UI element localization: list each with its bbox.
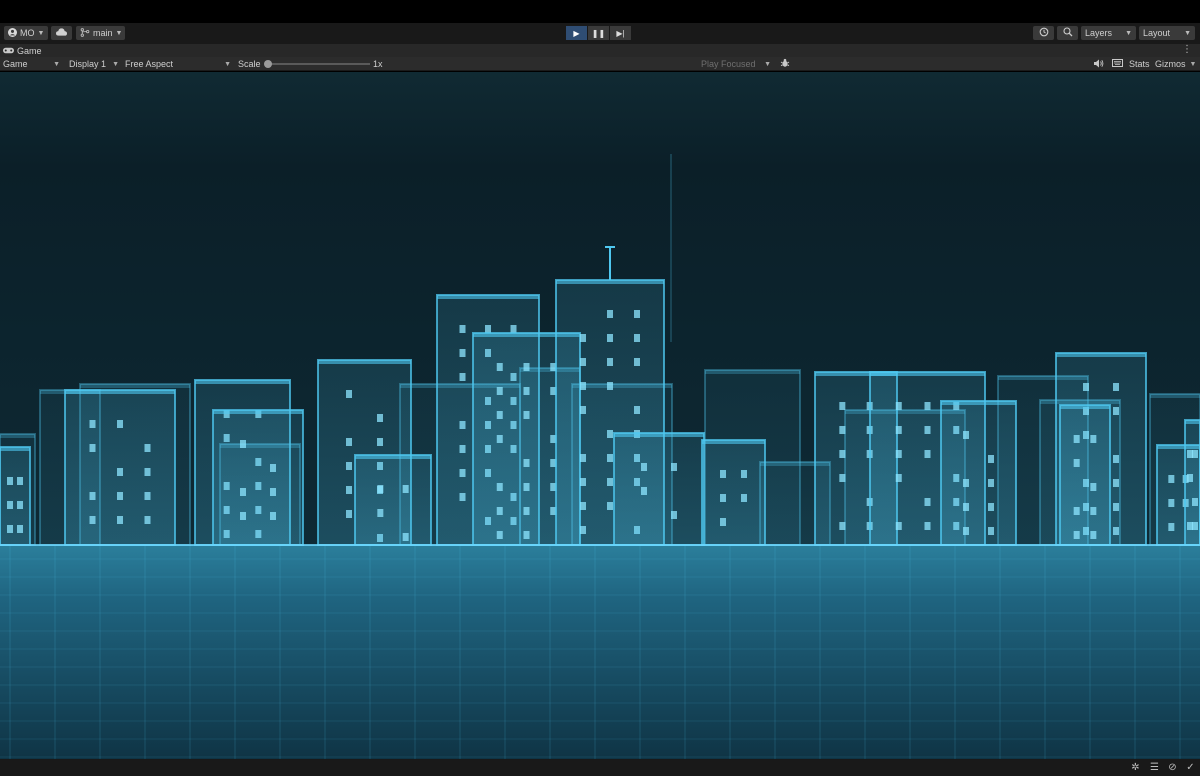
tab-game[interactable]: Game: [3, 45, 42, 57]
step-icon: ▶|: [616, 28, 625, 38]
branch-label: main: [93, 28, 113, 38]
hologram-building: [701, 439, 766, 546]
hologram-building: [0, 446, 31, 546]
cloud-icon: [56, 28, 67, 38]
layout-dropdown[interactable]: Layout ▼: [1139, 26, 1195, 40]
account-dropdown[interactable]: MO ▼: [4, 26, 48, 40]
editor-tabbar: Game ⋮: [0, 44, 1200, 57]
keyboard-icon: [1111, 59, 1123, 69]
chevron-down-icon: ▼: [1184, 29, 1191, 37]
scale-slider-track[interactable]: [266, 63, 370, 65]
step-button[interactable]: ▶|: [610, 26, 631, 40]
aspect-label: Free Aspect: [125, 59, 174, 69]
hologram-building: [1059, 404, 1111, 546]
bug-icon: [780, 58, 790, 70]
hologram-building: [212, 409, 304, 546]
status-bar: ✲ ☰ ⊘ ✓: [0, 759, 1200, 776]
layout-label: Layout: [1143, 28, 1171, 38]
playmode-controls: ▶ ❚❚ ▶|: [566, 26, 631, 40]
main-toolbar: MO ▼ main ▼ ▶ ❚❚ ▶| Layers ▼ Layout ▼: [0, 23, 1200, 44]
chevron-down-icon: ▼: [224, 60, 231, 68]
chevron-down-icon: ▼: [115, 29, 123, 37]
view-mode-dropdown[interactable]: Game ▼: [0, 58, 63, 70]
chevron-down-icon: ▼: [764, 60, 771, 68]
pause-icon: ❚❚: [591, 28, 606, 38]
scale-label-text: Scale: [238, 59, 261, 69]
scale-label: Scale: [235, 58, 265, 70]
chevron-down-icon: ▼: [112, 60, 119, 68]
hologram-city-scene: [0, 72, 1200, 759]
play-icon: ▶: [573, 28, 580, 38]
check-status-icon[interactable]: ✓: [1185, 762, 1196, 773]
keyboard-toggle[interactable]: [1110, 58, 1124, 70]
branch-dropdown[interactable]: main ▼: [76, 26, 125, 40]
play-button[interactable]: ▶: [566, 26, 587, 40]
chevron-down-icon: ▼: [1189, 60, 1197, 68]
chevron-down-icon: ▼: [37, 29, 45, 37]
debug-status-icon[interactable]: ✲: [1130, 762, 1141, 773]
gizmos-label: Gizmos: [1155, 59, 1186, 69]
history-icon: [1039, 27, 1049, 39]
stats-button[interactable]: Stats: [1126, 58, 1154, 70]
stats-label: Stats: [1129, 59, 1150, 69]
game-view-toolbar: Game ▼ Display 1 ▼ Free Aspect ▼ Scale 1…: [0, 57, 1200, 71]
account-icon: [8, 27, 17, 39]
hologram-building: [64, 389, 176, 546]
game-viewport[interactable]: [0, 72, 1200, 759]
history-button[interactable]: [1033, 26, 1054, 40]
layers-dropdown[interactable]: Layers ▼: [1081, 26, 1136, 40]
scale-value-text: 1x: [373, 59, 383, 69]
play-mode-label: Play Focused: [701, 59, 756, 69]
hologram-building: [1184, 419, 1200, 546]
display-dropdown[interactable]: Display 1 ▼: [66, 58, 122, 70]
tab-game-label: Game: [17, 46, 42, 56]
gizmos-dropdown[interactable]: Gizmos ▼: [1152, 58, 1198, 70]
scale-value: 1x: [370, 58, 388, 70]
branch-icon: [80, 27, 90, 39]
audio-toggle[interactable]: [1092, 58, 1106, 70]
display-label: Display 1: [69, 59, 107, 69]
cloud-button[interactable]: [51, 26, 72, 40]
aspect-dropdown[interactable]: Free Aspect ▼: [122, 58, 234, 70]
hologram-building: [354, 454, 432, 546]
hologram-building: [613, 432, 705, 546]
play-mode-dropdown[interactable]: Play Focused ▼: [698, 58, 774, 70]
window-titlebar: [0, 0, 1200, 23]
search-icon: [1062, 27, 1073, 39]
more-options-icon[interactable]: ⋮: [1182, 44, 1192, 55]
chevron-down-icon: ▼: [1125, 29, 1132, 37]
account-label: MO: [20, 28, 35, 38]
gamepad-icon: [3, 46, 14, 56]
chevron-down-icon: ▼: [53, 60, 60, 68]
database-icon[interactable]: ☰: [1149, 762, 1160, 773]
network-icon[interactable]: ⊘: [1167, 762, 1178, 773]
debug-button[interactable]: [778, 58, 791, 70]
view-mode-label: Game: [3, 59, 28, 69]
search-button[interactable]: [1057, 26, 1078, 40]
layers-label: Layers: [1085, 28, 1113, 38]
hologram-building: [940, 400, 1017, 546]
pause-button[interactable]: ❚❚: [588, 26, 609, 40]
scale-slider-handle[interactable]: [264, 60, 272, 68]
speaker-icon: [1094, 59, 1104, 70]
